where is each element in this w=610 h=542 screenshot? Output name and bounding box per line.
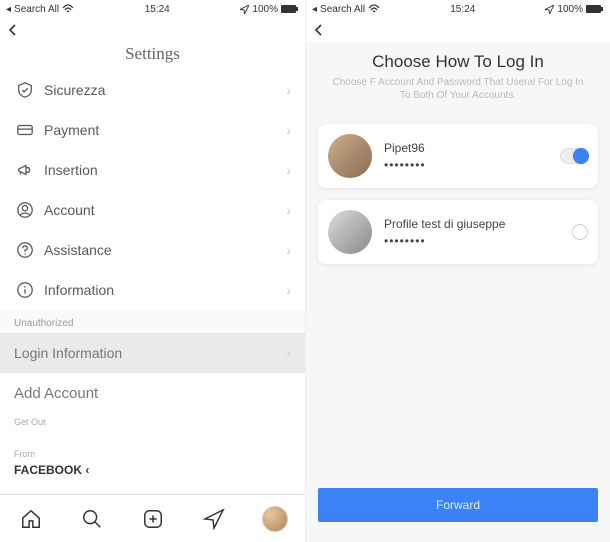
account-radio[interactable] [572,224,588,240]
carrier-text: Search All [320,4,365,15]
row-payment[interactable]: Payment › [0,110,305,150]
row-label: Account [44,202,286,218]
unauthorized-label: Unauthorized [0,310,305,333]
back-icon[interactable] [312,23,326,37]
tab-activity[interactable] [200,505,228,533]
status-bar: ◂ Search All 15:24 100% [0,0,305,18]
avatar-icon [328,134,372,178]
settings-list: Sicurezza › Payment › Insertion › Accoun… [0,70,305,487]
facebook-label: FACEBOOK ‹ [0,463,305,487]
row-assistance[interactable]: Assistance › [0,230,305,270]
user-icon [14,201,36,219]
tab-profile[interactable] [261,505,289,533]
megaphone-icon [14,161,36,179]
battery-label: 100% [557,4,583,15]
chevron-right-icon: › [286,202,291,218]
wifi-icon [368,4,380,14]
choose-title: Choose How To Log In [306,42,610,76]
back-bar [306,18,610,42]
row-label: Payment [44,122,286,138]
wifi-icon [62,4,74,14]
battery-label: 100% [252,4,278,15]
login-choose-screen: ◂ Search All 15:24 100% Choose How To Lo… [305,0,610,542]
row-insertion[interactable]: Insertion › [0,150,305,190]
carrier-caret: ◂ [312,4,317,15]
getout-label[interactable]: Get Out [0,413,305,431]
carrier-caret: ◂ [6,4,11,15]
back-bar [0,18,305,42]
row-label: Sicurezza [44,82,286,98]
row-label: Insertion [44,162,286,178]
from-label: From [0,445,305,463]
chevron-right-icon: › [286,82,291,98]
row-sicurezza[interactable]: Sicurezza › [0,70,305,110]
row-login-information[interactable]: Login Information › [0,333,305,373]
battery-icon [281,5,299,13]
help-icon [14,241,36,259]
account-toggle[interactable] [560,148,588,164]
row-add-account[interactable]: Add Account [0,373,305,413]
location-icon [545,5,554,14]
row-label: Assistance [44,242,286,258]
account-name: Profile test di giuseppe [384,217,560,231]
account-card-2[interactable]: Profile test di giuseppe •••••••• [318,200,598,264]
chevron-right-icon: › [286,162,291,178]
tab-home[interactable] [17,505,45,533]
info-icon [14,281,36,299]
account-name: Pipet96 [384,141,548,155]
account-password: •••••••• [384,158,548,172]
settings-screen: ◂ Search All 15:24 100% Settings [0,0,305,542]
status-time: 15:24 [145,4,170,15]
avatar-icon [328,210,372,254]
chevron-left-icon: ‹ [82,463,89,477]
card-icon [14,121,36,139]
choose-subtitle: Choose F Account And Password That Usera… [306,76,610,118]
avatar-icon [262,506,288,532]
chevron-right-icon: › [286,345,291,361]
chevron-right-icon: › [286,282,291,298]
back-icon[interactable] [6,23,20,37]
carrier-text: Search All [14,4,59,15]
tab-bar [0,494,305,542]
tab-create[interactable] [139,505,167,533]
chevron-right-icon: › [286,242,291,258]
status-time: 15:24 [450,4,475,15]
account-password: •••••••• [384,234,560,248]
forward-label: Forward [436,498,480,512]
status-bar: ◂ Search All 15:24 100% [306,0,610,18]
location-icon [240,5,249,14]
page-title: Settings [0,42,305,70]
shield-icon [14,81,36,99]
chevron-right-icon: › [286,122,291,138]
forward-button[interactable]: Forward [318,488,598,522]
row-label: Information [44,282,286,298]
account-card-1[interactable]: Pipet96 •••••••• [318,124,598,188]
tab-search[interactable] [78,505,106,533]
row-label: Login Information [14,345,286,361]
battery-icon [586,5,604,13]
row-information[interactable]: Information › [0,270,305,310]
row-label: Add Account [14,385,291,402]
row-account[interactable]: Account › [0,190,305,230]
